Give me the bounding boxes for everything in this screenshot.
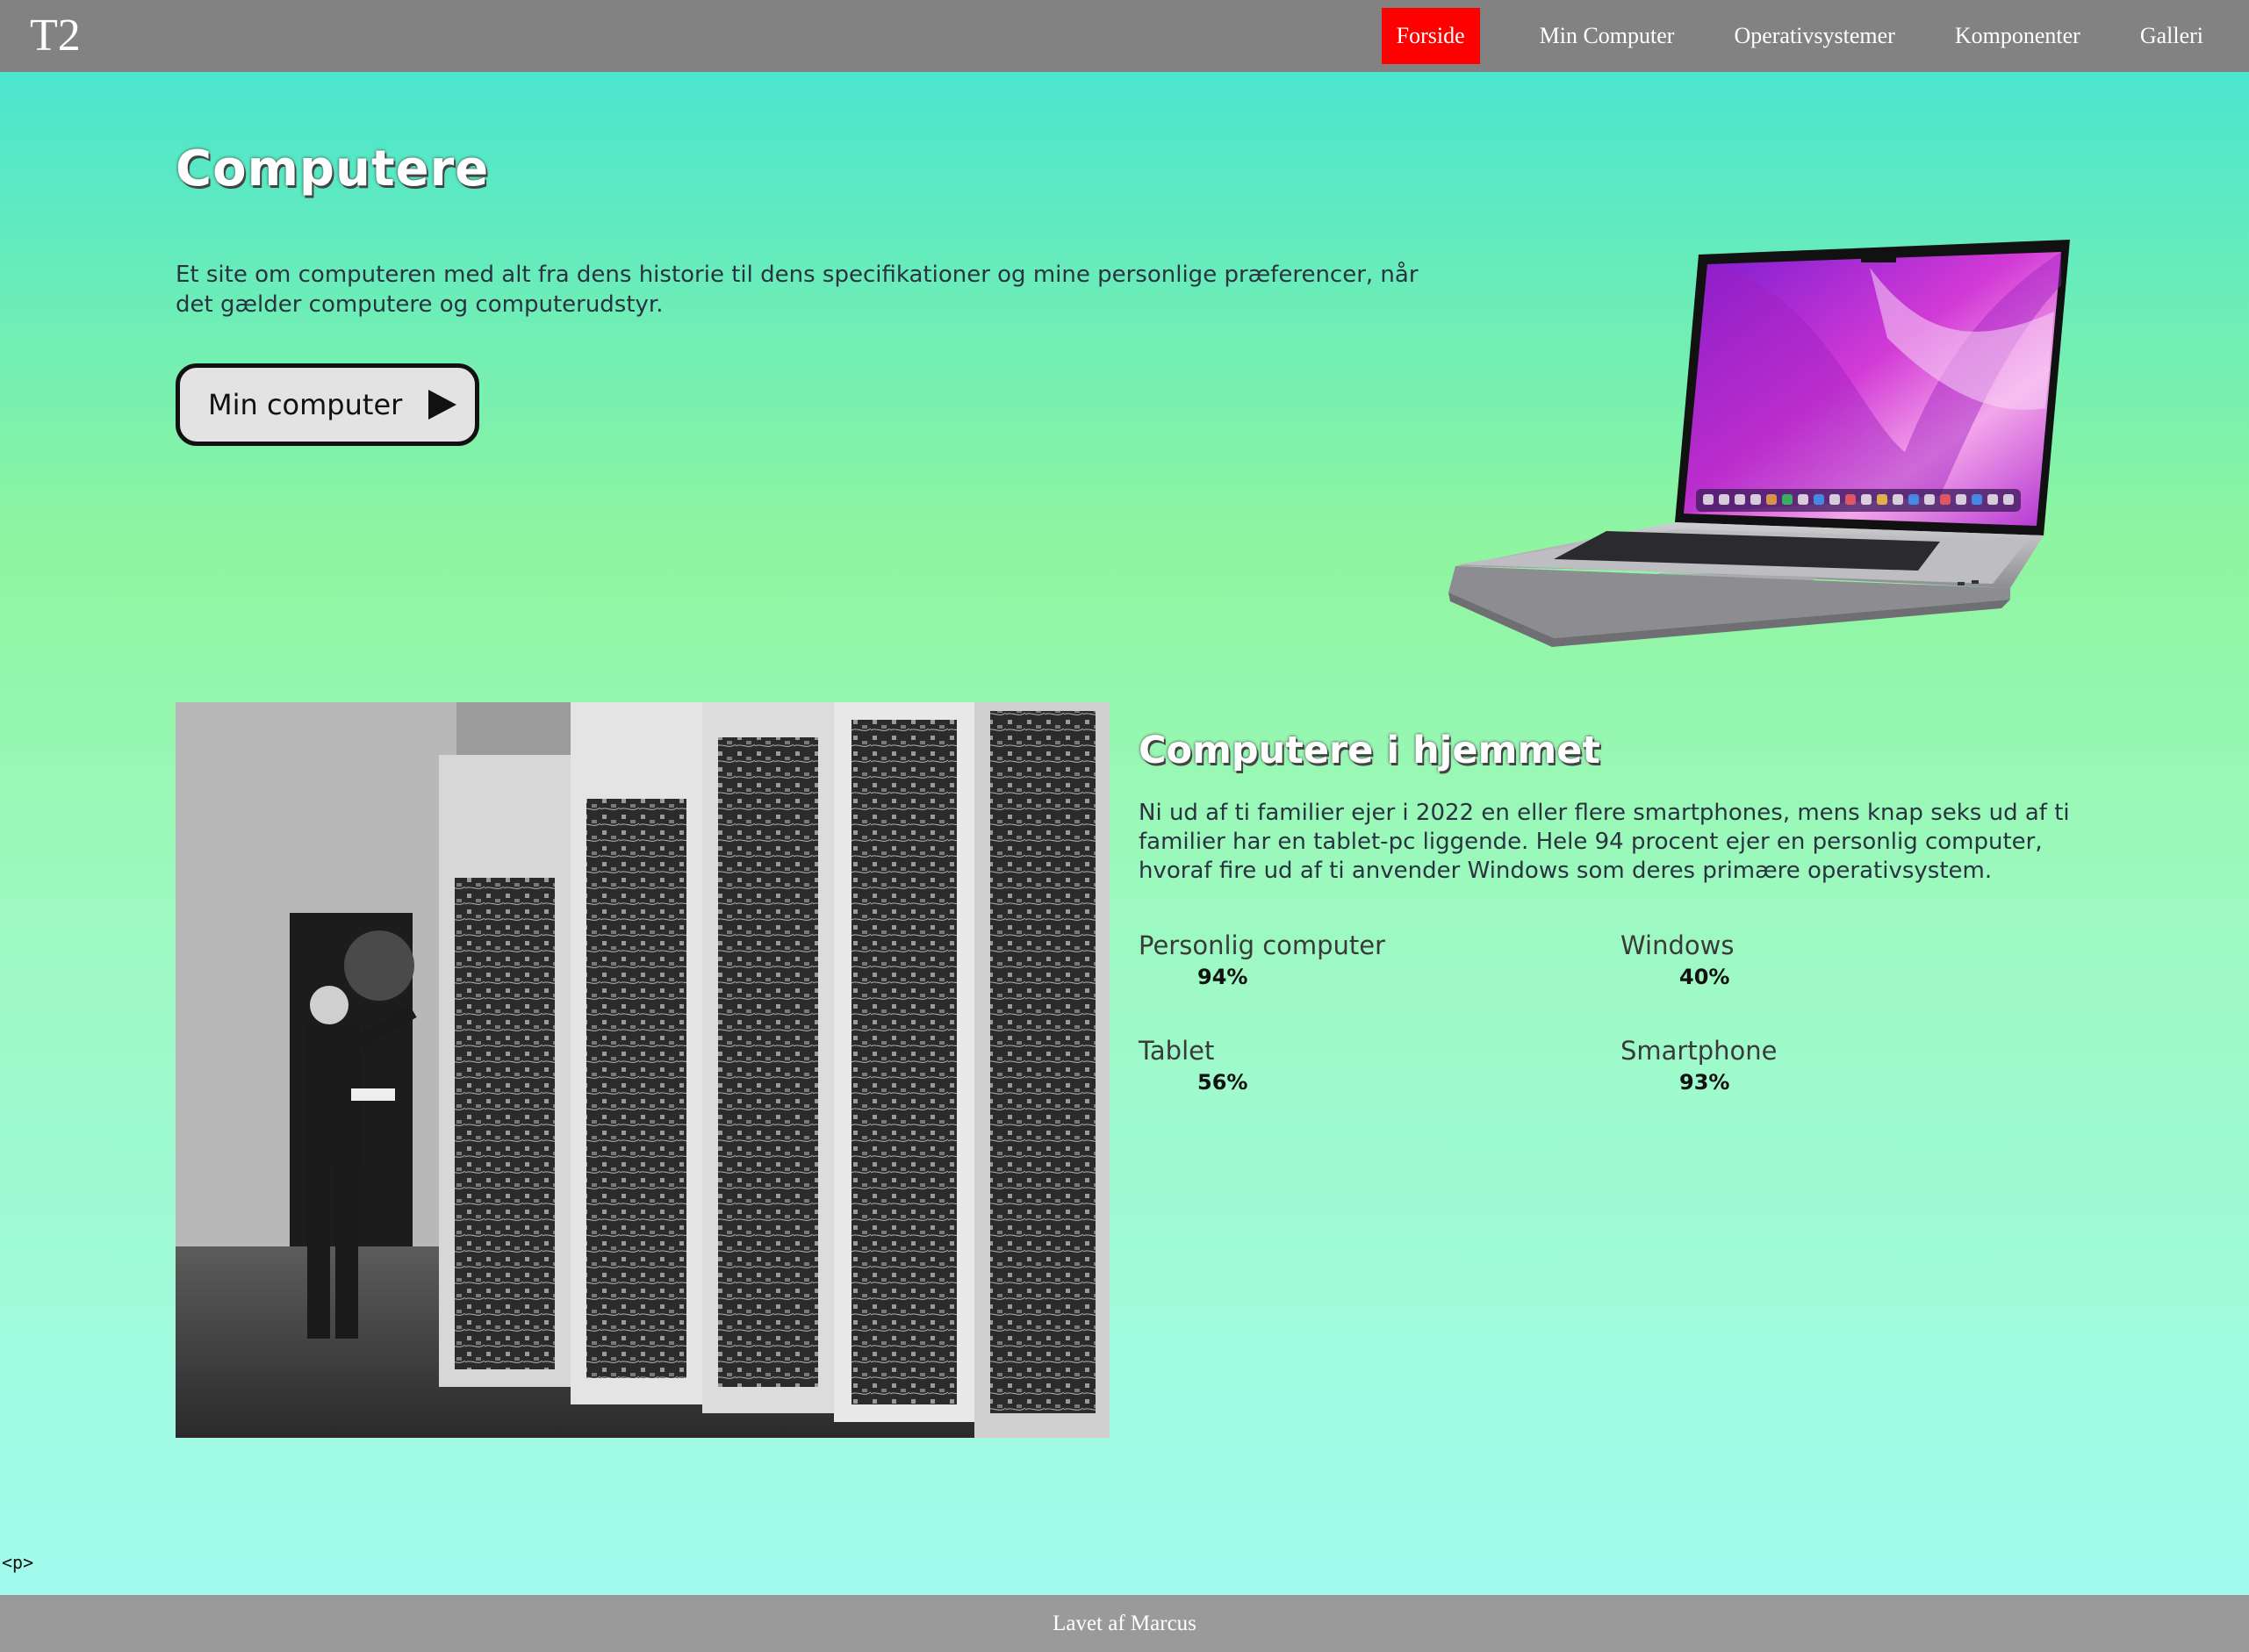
- min-computer-button-label: Min computer: [208, 388, 403, 421]
- stat-label: Smartphone: [1620, 1036, 1778, 1066]
- hero-description: Et site om computeren med alt fra dens h…: [176, 262, 1419, 318]
- stat-label: Windows: [1620, 930, 1735, 960]
- page-title: Computere: [176, 140, 490, 198]
- stat-value: 40%: [1679, 965, 1730, 989]
- nav-item-min-computer[interactable]: Min Computer: [1510, 8, 1705, 64]
- section-description: Ni ud af ti familier ejer i 2022 en elle…: [1139, 800, 2070, 884]
- stat-windows: Windows 40%: [1620, 930, 1734, 993]
- nav-item-forside[interactable]: Forside: [1381, 8, 1480, 64]
- site-logo[interactable]: T2: [30, 7, 81, 65]
- section-title: Computere i hjemmet: [1139, 729, 1600, 772]
- play-icon: [428, 390, 457, 420]
- stat-tablet: Tablet 56%: [1139, 1035, 1247, 1098]
- stat-value: 93%: [1679, 1070, 1730, 1095]
- min-computer-button[interactable]: Min computer: [176, 363, 479, 446]
- footer: Lavet af Marcus: [0, 1595, 2249, 1652]
- top-nav: T2 Forside Min Computer Operativsystemer…: [0, 0, 2249, 72]
- stat-value: 94%: [1197, 965, 1248, 989]
- stat-label: Personlig computer: [1139, 930, 1386, 960]
- stat-smartphone: Smartphone 93%: [1620, 1035, 1777, 1098]
- footer-credit: Lavet af Marcus: [1053, 1611, 1196, 1635]
- laptop-image: [1448, 240, 2070, 647]
- vintage-computer-photo: [176, 702, 1110, 1438]
- nav-item-komponenter[interactable]: Komponenter: [1925, 8, 2110, 64]
- nav-item-operativsystemer[interactable]: Operativsystemer: [1704, 8, 1924, 64]
- stray-p-tag-text: <p>: [2, 1552, 34, 1573]
- nav-item-galleri[interactable]: Galleri: [2110, 8, 2249, 64]
- stat-personlig-computer: Personlig computer 94%: [1139, 930, 1385, 993]
- nav-links: Forside Min Computer Operativsystemer Ko…: [1381, 0, 2249, 72]
- stat-value: 56%: [1197, 1070, 1248, 1095]
- stat-label: Tablet: [1139, 1036, 1215, 1066]
